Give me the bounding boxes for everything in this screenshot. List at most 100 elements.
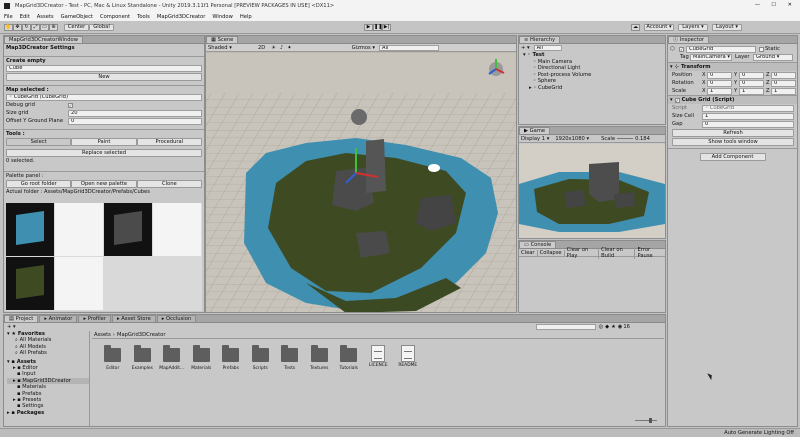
size-cell-field[interactable]: 1 <box>702 112 794 120</box>
collab-cloud-icon[interactable]: ☁ <box>631 23 640 31</box>
add-component-button[interactable]: Add Component <box>699 153 766 161</box>
tab-creator-window[interactable]: MapGrid3DCreatorWindow <box>4 36 83 43</box>
hand-tool-icon[interactable]: ✋ <box>4 23 13 31</box>
shading-dropdown[interactable]: Shaded ▾ <box>208 45 248 51</box>
palette-tile-rock[interactable] <box>104 203 152 256</box>
file-item-editor[interactable]: Editor <box>98 345 128 371</box>
menu-gameobject[interactable]: GameObject <box>61 14 93 20</box>
rotate-tool-icon[interactable]: ↻ <box>22 23 31 31</box>
script-enabled-checkbox[interactable]: ✓ <box>674 97 680 103</box>
pivot-center-button[interactable]: Center <box>64 23 89 31</box>
file-item-textures[interactable]: Textures <box>305 345 335 371</box>
console-clear-on-build-button[interactable]: Clear on Build <box>599 246 636 259</box>
scale-tool-icon[interactable]: ⤢ <box>31 23 40 31</box>
file-item-tests[interactable]: Tests <box>275 345 305 371</box>
palette-tile-white2[interactable] <box>153 203 201 256</box>
file-item-materials[interactable]: Materials <box>187 345 217 371</box>
eye-icon[interactable]: ◉ <box>618 324 623 330</box>
file-item-prefabs[interactable]: Prefabs <box>216 345 246 371</box>
account-dropdown[interactable]: Account ▾ <box>644 23 674 31</box>
scene-render[interactable] <box>206 53 517 313</box>
transform-header[interactable]: ▾ ⊹ Transform <box>668 63 797 71</box>
console-error-pause-button[interactable]: Error Pause <box>635 247 665 259</box>
project-search-input[interactable] <box>535 323 596 330</box>
size-grid-field[interactable]: 20 <box>68 109 202 117</box>
favorite-star-icon[interactable]: ★ <box>611 324 616 330</box>
debug-grid-checkbox[interactable]: ✓ <box>68 102 73 108</box>
lighting-icon[interactable]: ☀ <box>271 45 276 51</box>
icon-size-slider[interactable] <box>635 418 657 423</box>
display-dropdown[interactable]: Display 1 ▾ <box>521 136 549 142</box>
menu-component[interactable]: Component <box>100 14 130 20</box>
hierarchy-item-main-camera[interactable]: ◦ Main Camera <box>523 59 665 66</box>
layout-dropdown[interactable]: Layout ▾ <box>712 23 742 31</box>
file-item-tutorials[interactable]: Tutorials <box>334 345 364 371</box>
show-tools-window-button[interactable]: Show tools window <box>672 138 794 146</box>
scale-slider[interactable] <box>617 138 634 139</box>
tag-dropdown[interactable]: MainCamera ▾ <box>690 53 732 61</box>
tab-scene[interactable]: ▦ Scene <box>206 36 239 43</box>
tool-procedural-button[interactable]: Procedural <box>136 138 202 146</box>
transform-tool-icon[interactable]: ⊕ <box>49 23 58 31</box>
filter-label-icon[interactable]: ◆ <box>605 324 609 330</box>
tool-select-button[interactable]: Select <box>6 138 72 146</box>
console-collapse-button[interactable]: Collapse <box>538 249 565 256</box>
fx-icon[interactable]: ✦ <box>287 45 291 51</box>
menu-file[interactable]: File <box>4 14 13 20</box>
tab-console[interactable]: ▭ Console <box>519 241 557 248</box>
palette-tile-white3[interactable] <box>55 257 103 310</box>
game-render[interactable] <box>519 144 665 239</box>
tab-occlusion[interactable]: ▸ Occlusion <box>156 315 197 322</box>
resolution-dropdown[interactable]: 1920x1080 ▾ <box>555 136 589 142</box>
palette-tile-water[interactable] <box>6 203 54 256</box>
map-object-field[interactable]: ◦ CubeGrid (CubeGrid) <box>6 94 202 101</box>
scene-search-input[interactable]: All <box>379 44 440 51</box>
clone-button[interactable]: Clone <box>136 180 202 188</box>
hierarchy-item-sphere[interactable]: ◦ Sphere <box>523 78 665 85</box>
hierarchy-item-cubegrid[interactable]: ▸ ◦ CubeGrid <box>523 85 665 92</box>
hierarchy-item-directional-light[interactable]: ◦ Directional Light <box>523 65 665 72</box>
menu-mapgrid3dcreator[interactable]: MapGrid3DCreator <box>157 14 205 20</box>
move-tool-icon[interactable]: ✥ <box>13 23 22 31</box>
go-root-folder-button[interactable]: Go root folder <box>6 180 72 188</box>
hierarchy-search-input[interactable]: All <box>533 45 562 51</box>
gizmos-dropdown[interactable]: Gizmos ▾ <box>352 45 375 51</box>
object-name-field[interactable]: CubeGrid <box>686 45 756 53</box>
play-icon[interactable]: ▶ <box>364 23 373 31</box>
hierarchy-root-test[interactable]: ▾ ◦ Test <box>523 52 665 59</box>
tab-hierarchy[interactable]: ≡ Hierarchy <box>519 36 561 43</box>
tab-inspector[interactable]: ⓘ Inspector <box>668 36 710 43</box>
file-item-mapaddit[interactable]: MapAddit... <box>157 345 187 371</box>
type-dropdown[interactable]: Cube <box>6 65 202 72</box>
menu-assets[interactable]: Assets <box>37 14 54 20</box>
script-header[interactable]: ▾ ✓ Cube Grid (Script) <box>668 96 797 104</box>
favorite-all-prefabs[interactable]: ⌕ All Prefabs <box>7 350 89 356</box>
replace-selected-button[interactable]: Replace selected <box>6 149 202 157</box>
tab-game[interactable]: ▶ Game <box>519 127 551 134</box>
open-new-palette-button[interactable]: Open new palette <box>71 180 137 188</box>
breadcrumb-assets[interactable]: Assets <box>94 332 111 338</box>
tool-paint-button[interactable]: Paint <box>71 138 137 146</box>
project-create-plus-icon[interactable]: + ▾ <box>7 324 16 330</box>
file-item-licence[interactable]: LICENCE <box>364 345 394 368</box>
close-button[interactable]: ✕ <box>788 2 792 8</box>
mode-2d-button[interactable]: 2D <box>258 45 265 51</box>
file-item-readme[interactable]: README <box>393 345 423 368</box>
minimize-button[interactable]: — <box>755 2 760 8</box>
step-icon[interactable]: ▶| <box>382 23 391 31</box>
breadcrumb-mapgrid3dcreator[interactable]: MapGrid3DCreator <box>117 332 165 338</box>
menu-help[interactable]: Help <box>240 14 252 20</box>
menu-tools[interactable]: Tools <box>137 14 150 20</box>
layer-dropdown[interactable]: Ground ▾ <box>753 53 793 61</box>
gap-field[interactable]: 0 <box>702 120 794 128</box>
palette-tile-grass[interactable] <box>6 257 54 310</box>
static-checkbox[interactable] <box>759 46 764 52</box>
pause-icon[interactable]: ❚❚ <box>373 23 382 31</box>
slider-thumb[interactable] <box>649 418 652 423</box>
tab-asset-store[interactable]: ▸ Asset Store <box>111 315 156 322</box>
tab-animator[interactable]: ▸ Animator <box>39 315 78 322</box>
file-item-scripts[interactable]: Scripts <box>246 345 276 371</box>
offset-field[interactable]: 0 <box>68 117 202 125</box>
create-plus-icon[interactable]: + ▾ <box>521 45 530 51</box>
tab-profiler[interactable]: ▸ Profiler <box>78 315 111 322</box>
